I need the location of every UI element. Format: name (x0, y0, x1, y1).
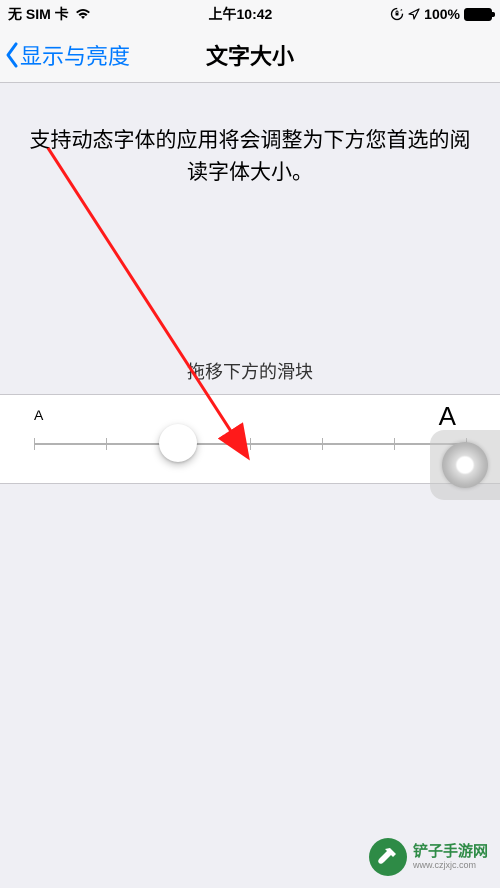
carrier-text: 无 SIM 卡 (8, 4, 69, 24)
slider-tick (394, 438, 395, 450)
slider-thumb[interactable] (159, 424, 197, 462)
drag-hint-text: 拖移下方的滑块 (0, 358, 500, 384)
assistive-touch-icon (442, 442, 488, 488)
status-bar: 无 SIM 卡 上午10:42 100% (0, 0, 500, 28)
watermark-name: 铲子手游网 (413, 843, 488, 860)
slider-track[interactable] (34, 443, 466, 445)
wifi-icon (75, 8, 91, 20)
watermark-badge: 铲子手游网 www.czjxjc.com (369, 838, 488, 876)
battery-icon (464, 8, 492, 21)
big-a-label: A (439, 401, 456, 432)
watermark-url: www.czjxjc.com (413, 860, 488, 870)
page-title: 文字大小 (0, 39, 500, 71)
slider-tick (34, 438, 35, 450)
shovel-icon (369, 838, 407, 876)
clock-text: 上午10:42 (209, 4, 273, 24)
text-size-slider-panel: A A (0, 394, 500, 484)
description-text: 支持动态字体的应用将会调整为下方您首选的阅读字体大小。 (0, 83, 500, 188)
slider-tick (322, 438, 323, 450)
assistive-touch-button[interactable] (430, 430, 500, 500)
battery-pct: 100% (424, 6, 460, 22)
nav-bar: 显示与亮度 文字大小 (0, 28, 500, 83)
slider-tick (106, 438, 107, 450)
location-icon (408, 8, 420, 20)
slider-tick (250, 438, 251, 450)
small-a-label: A (34, 407, 43, 423)
rotation-lock-icon (390, 7, 404, 21)
